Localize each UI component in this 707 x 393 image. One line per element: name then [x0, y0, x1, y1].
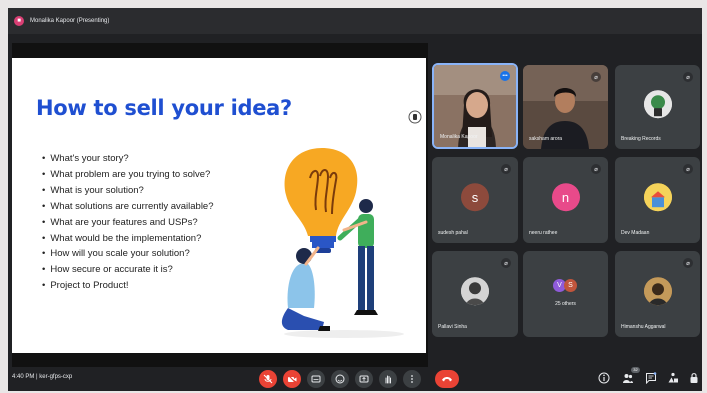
participant-avatar	[643, 277, 672, 306]
participant-avatar-image	[643, 277, 672, 306]
participant-avatar-image	[643, 90, 672, 119]
mic-off-icon: ⌀	[591, 72, 601, 82]
presentation-slide: How to sell your idea? What's your story…	[12, 58, 426, 353]
slide-bullet: What would be the implementation?	[42, 231, 214, 247]
participant-avatar	[643, 183, 672, 212]
reactions-button[interactable]	[331, 370, 349, 388]
slide-bullet: What problem are you trying to solve?	[42, 167, 214, 183]
meet-window: ■ Monalika Kapoor (Presenting) How to se…	[8, 8, 702, 391]
raise-hand-button[interactable]	[379, 370, 397, 388]
participant-name: sudesh pahal	[438, 230, 468, 236]
more-options-icon	[411, 375, 413, 383]
participant-tile[interactable]: ⌀ n neeru rathee	[523, 157, 608, 243]
participant-name: Monalika Kapoor	[440, 134, 478, 140]
present-screen-icon	[359, 375, 369, 383]
participant-name: Pallavi Sinha	[438, 324, 467, 330]
mic-off-icon: ⌀	[683, 258, 693, 268]
more-options-button[interactable]	[403, 370, 421, 388]
slide-bullet: What's your story?	[42, 151, 214, 167]
mic-off-icon: ⌀	[501, 258, 511, 268]
hang-up-icon	[442, 377, 452, 382]
mic-toggle-button[interactable]	[259, 370, 277, 388]
slide-title: How to sell your idea?	[36, 96, 292, 120]
presenter-label: Monalika Kapoor (Presenting)	[30, 18, 110, 24]
participant-tile[interactable]: ⌀ Pallavi Sinha	[432, 251, 518, 337]
participant-avatar-image	[643, 183, 672, 212]
bottom-control-bar: 4:40 PM | ker-gfps-cxp 32	[8, 367, 702, 391]
participant-tile[interactable]: ⌀ saksham arora	[523, 65, 608, 149]
slide-bullet: What are your features and USPs?	[42, 215, 214, 231]
chat-icon[interactable]	[645, 372, 657, 384]
mic-off-icon: ⌀	[501, 164, 511, 174]
participant-name: saksham arora	[529, 136, 563, 142]
raise-hand-icon	[385, 375, 391, 384]
meet-logo-icon: ■	[14, 16, 24, 26]
participant-avatar	[461, 277, 489, 306]
presentation-area[interactable]: How to sell your idea? What's your story…	[12, 43, 428, 367]
participant-tile[interactable]: ⌀ Himanshu Aggarwal	[615, 251, 700, 337]
activities-icon[interactable]	[667, 372, 679, 384]
slide-bullet: What solutions are currently available?	[42, 199, 213, 215]
participant-name: Dev Madaan	[621, 230, 650, 236]
info-icon[interactable]	[598, 372, 610, 384]
participant-tile[interactable]: ••• Monalika Kapoor	[432, 63, 518, 149]
present-screen-button[interactable]	[355, 370, 373, 388]
camera-toggle-button[interactable]	[283, 370, 301, 388]
slide-bullet: What is your solution?	[42, 183, 214, 199]
speaking-indicator-icon	[408, 110, 422, 124]
slide-bullet: How will you scale your solution?	[42, 246, 214, 262]
slide-bullet: How secure or accurate it is?	[42, 262, 214, 278]
participant-name: Breaking Records	[621, 136, 661, 142]
mic-off-icon	[263, 374, 273, 384]
participant-tile[interactable]: ⌀ s sudesh pahal	[432, 157, 518, 243]
participant-avatar	[643, 90, 672, 119]
captions-button[interactable]	[307, 370, 325, 388]
speaking-indicator-icon: •••	[500, 71, 510, 81]
mic-off-icon: ⌀	[683, 164, 693, 174]
participant-tile[interactable]: ⌀ Dev Madaan	[615, 157, 700, 243]
others-count: 25 others	[555, 301, 576, 307]
participant-avatar: n	[551, 183, 580, 212]
meeting-info: 4:40 PM | ker-gfps-cxp	[12, 374, 73, 380]
participant-tile[interactable]: ⌀ Breaking Records	[615, 65, 700, 149]
slide-bullet: Project to Product!	[42, 278, 214, 294]
participant-name: Himanshu Aggarwal	[621, 324, 666, 330]
leave-call-button[interactable]	[435, 370, 459, 388]
participant-name: neeru rathee	[529, 230, 558, 236]
participant-avatar: S	[564, 279, 577, 292]
participant-avatar-image	[461, 277, 489, 306]
lightbulb-illustration	[281, 148, 404, 338]
emoji-icon	[335, 374, 345, 384]
host-controls-icon[interactable]	[688, 372, 700, 384]
slide-bullet-list: What's your story? What problem are you …	[42, 151, 214, 294]
mic-off-icon: ⌀	[683, 72, 693, 82]
top-bar: ■ Monalika Kapoor (Presenting)	[8, 8, 702, 34]
people-icon[interactable]	[622, 372, 634, 384]
participant-tile[interactable]: V S 25 others	[523, 251, 608, 337]
participant-avatar: s	[461, 183, 489, 212]
captions-icon	[311, 375, 321, 383]
mic-off-icon: ⌀	[591, 164, 601, 174]
camera-off-icon	[287, 374, 297, 384]
